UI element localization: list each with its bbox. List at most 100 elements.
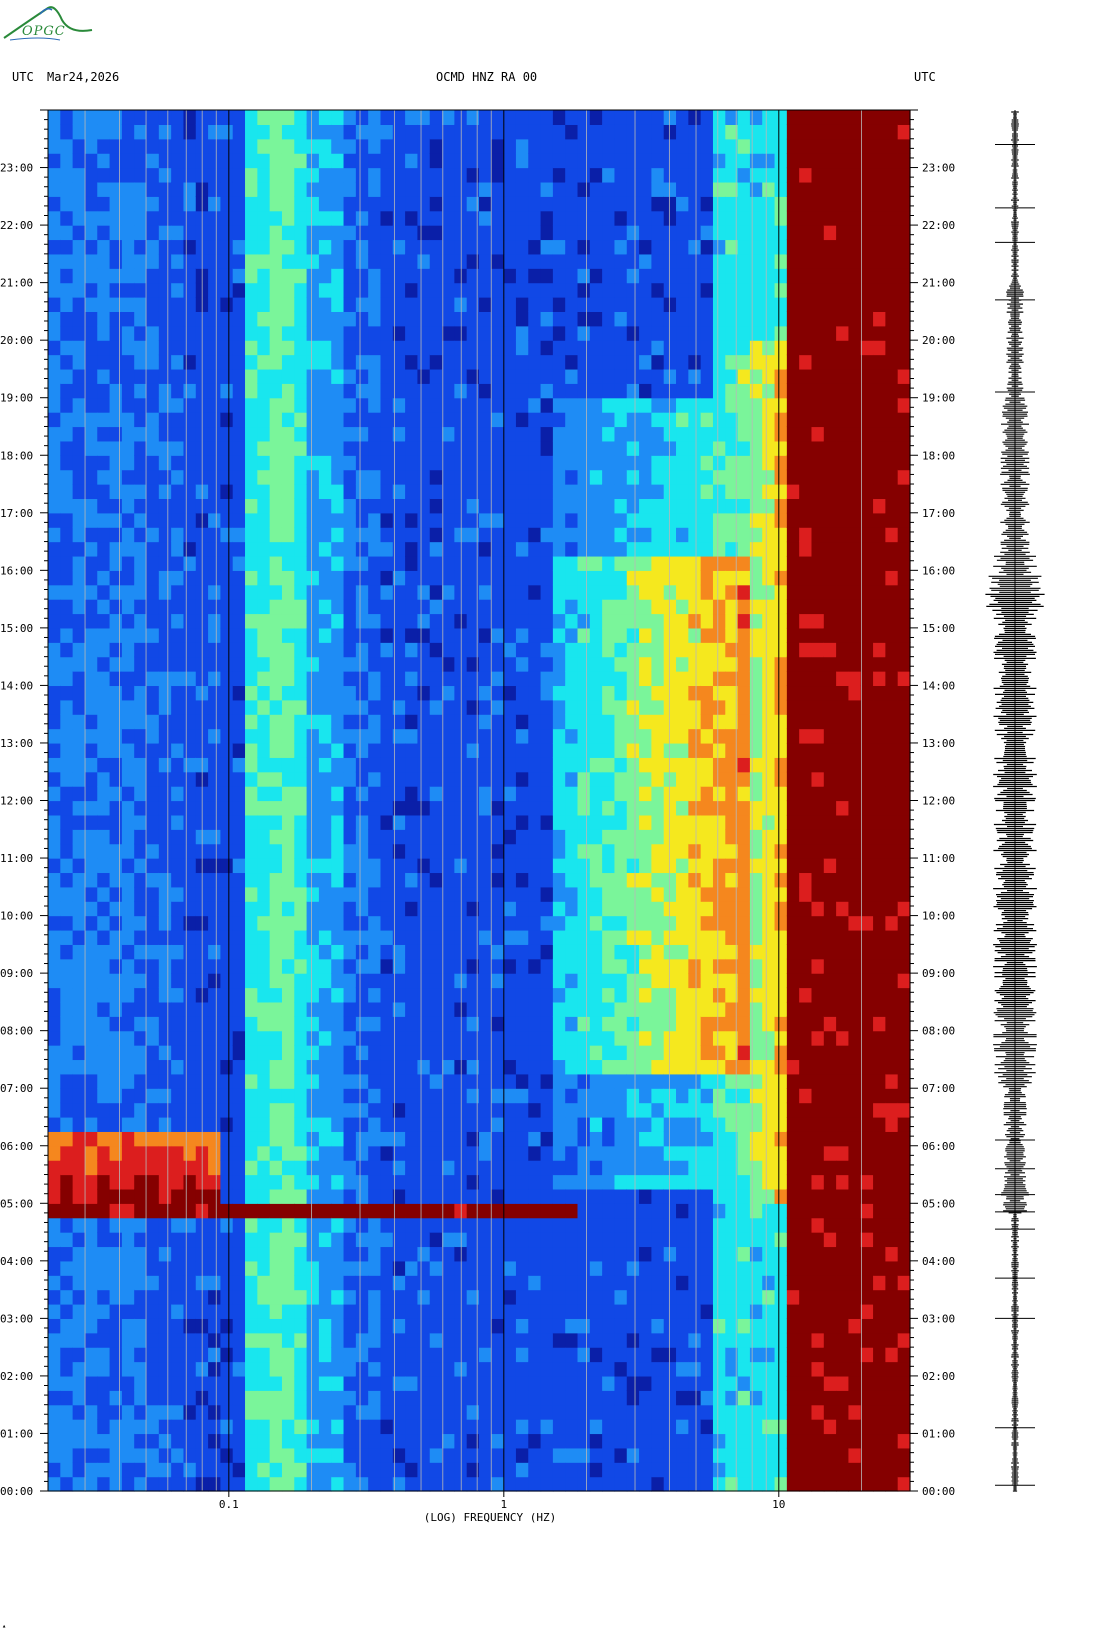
spectrogram-cell xyxy=(208,915,221,931)
spectrogram-cell xyxy=(417,1102,431,1118)
spectrogram-cell xyxy=(331,656,345,672)
spectrogram-cell xyxy=(146,555,160,571)
spectrogram-cell xyxy=(245,225,258,241)
spectrogram-cell xyxy=(614,1419,628,1435)
spectrogram-cell xyxy=(614,1318,628,1334)
spectrogram-cell xyxy=(281,987,295,1003)
spectrogram-cell xyxy=(232,167,246,183)
spectrogram-cell xyxy=(84,1174,98,1190)
spectrogram-cell xyxy=(121,685,135,701)
spectrogram-cell xyxy=(343,484,357,500)
spectrogram-cell xyxy=(442,1419,455,1435)
spectrogram-cell xyxy=(158,297,172,312)
spectrogram-cell xyxy=(405,138,419,154)
spectrogram-cell xyxy=(294,843,308,859)
spectrogram-cell xyxy=(232,138,246,154)
spectrogram-cell xyxy=(281,110,295,125)
spectrogram-cell xyxy=(331,915,345,931)
spectrogram-cell xyxy=(466,858,480,874)
spectrogram-cell xyxy=(589,1404,603,1420)
spectrogram-cell xyxy=(331,685,345,701)
spectrogram-cell xyxy=(626,973,640,989)
spectrogram-cell xyxy=(589,584,603,600)
spectrogram-cell xyxy=(429,800,443,816)
spectrogram-cell xyxy=(158,1433,172,1449)
spectrogram-cell xyxy=(331,225,345,241)
spectrogram-cell xyxy=(368,1217,382,1233)
spectrogram-cell xyxy=(257,225,271,241)
spectrogram-cell xyxy=(97,1203,111,1219)
spectrogram-cell xyxy=(97,987,111,1003)
spectrogram-cell xyxy=(294,541,308,557)
spectrogram-cell xyxy=(281,1188,295,1204)
spectrogram-cell xyxy=(503,1145,517,1161)
spectrogram-cell xyxy=(405,311,419,327)
spectrogram-cell xyxy=(109,627,123,643)
spectrogram-cell xyxy=(565,1390,579,1406)
spectrogram-cell xyxy=(109,728,123,744)
spectrogram-cell xyxy=(626,800,640,816)
spectrogram-cell xyxy=(318,757,332,773)
spectrogram-cell xyxy=(355,1275,369,1291)
spectrogram-cell xyxy=(368,1088,382,1104)
spectrogram-cell xyxy=(318,1232,332,1248)
spectrogram-cell xyxy=(417,1347,431,1363)
spectrogram-cell xyxy=(466,584,480,600)
spectrogram-cell xyxy=(565,153,579,169)
spectrogram-cell xyxy=(245,915,258,931)
spectrogram-cell xyxy=(417,915,431,931)
spectrogram-cell xyxy=(281,771,295,787)
spectrogram-cell xyxy=(146,1303,160,1319)
spectrogram-cell xyxy=(429,584,443,600)
spectrogram-cell xyxy=(515,1419,529,1435)
spectrogram-cell xyxy=(491,1347,505,1363)
spectrogram-cell xyxy=(343,1030,357,1046)
spectrogram-cell xyxy=(158,958,172,974)
spectrogram-cell xyxy=(245,110,258,125)
spectrogram-cell xyxy=(626,613,640,629)
spectrogram-cell xyxy=(503,642,517,658)
spectrogram-cell xyxy=(417,671,431,687)
spectrogram-cell xyxy=(134,742,148,758)
spectrogram-cell xyxy=(528,1433,542,1449)
spectrogram-cell xyxy=(515,757,529,773)
spectrogram-cell xyxy=(318,541,332,557)
spectrogram-cell xyxy=(405,642,419,658)
spectrogram-cell xyxy=(380,987,394,1003)
spectrogram-cell xyxy=(602,512,616,528)
spectrogram-cell xyxy=(614,1246,628,1262)
spectrogram-cell xyxy=(232,368,246,384)
spectrogram-cell xyxy=(405,1116,419,1132)
spectrogram-cell xyxy=(84,1462,98,1478)
spectrogram-cell xyxy=(60,671,74,687)
spectrogram-cell xyxy=(343,671,357,687)
spectrogram-cell xyxy=(245,1390,258,1406)
spectrogram-cell xyxy=(639,1131,652,1147)
spectrogram-cell xyxy=(245,973,258,989)
spectrogram-cell xyxy=(245,613,258,629)
spectrogram-cell xyxy=(331,555,345,571)
spectrogram-cell xyxy=(442,124,455,140)
spectrogram-cell xyxy=(614,944,628,960)
spectrogram-cell xyxy=(503,757,517,773)
spectrogram-cell xyxy=(639,1447,652,1463)
spectrogram-cell xyxy=(639,153,652,169)
spectrogram-cell xyxy=(232,1102,246,1118)
spectrogram-cell xyxy=(515,1145,529,1161)
spectrogram-cell xyxy=(84,570,98,586)
spectrogram-cell xyxy=(651,1419,665,1435)
spectrogram-cell xyxy=(442,340,455,356)
spectrogram-cell xyxy=(417,426,431,442)
spectrogram-cell xyxy=(158,1289,172,1305)
spectrogram-cell xyxy=(183,340,197,356)
spectrogram-cell xyxy=(429,1045,443,1061)
spectrogram-cell xyxy=(552,1419,566,1435)
spectrogram-cell xyxy=(614,225,628,241)
spectrogram-cell xyxy=(306,512,320,528)
spectrogram-cell xyxy=(442,1045,455,1061)
spectrogram-cell xyxy=(380,1217,394,1233)
spectrogram-cell xyxy=(134,1116,148,1132)
spectrogram-cell xyxy=(84,167,98,183)
spectrogram-cell xyxy=(331,1332,345,1348)
spectrogram-cell xyxy=(368,282,382,298)
